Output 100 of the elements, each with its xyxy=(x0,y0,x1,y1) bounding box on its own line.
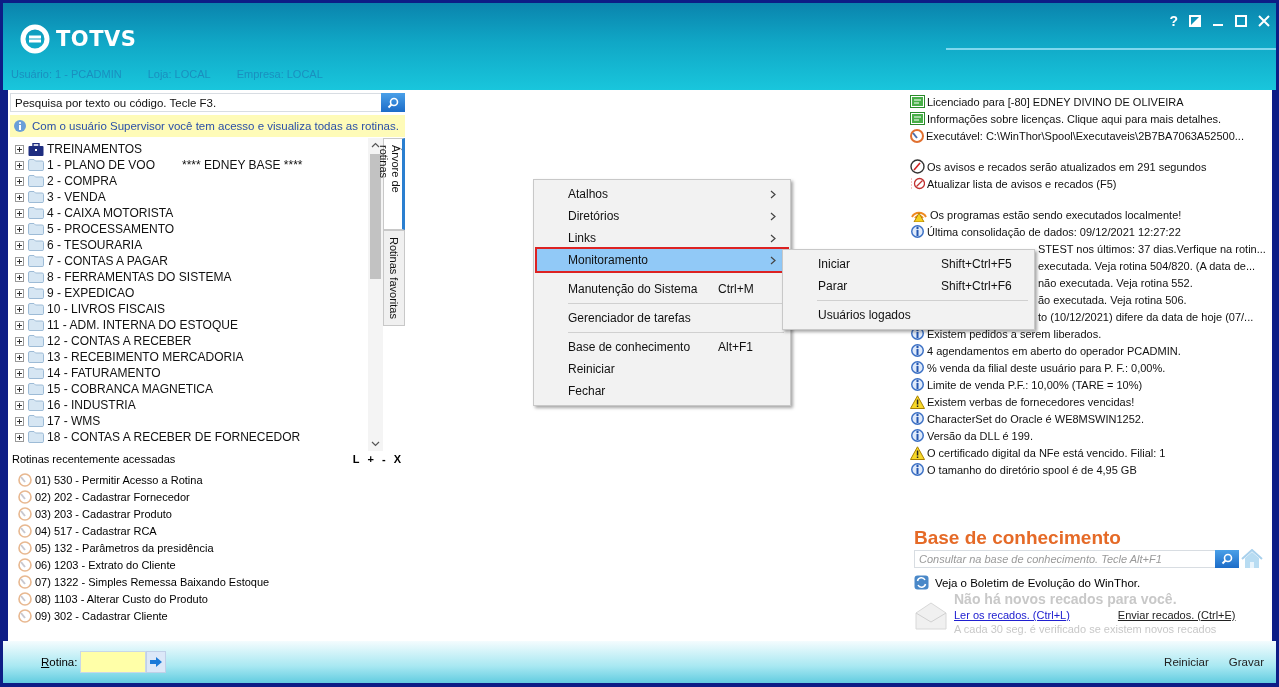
tree-item[interactable]: 18 - CONTAS A RECEBER DE FORNECEDOR xyxy=(47,430,301,444)
read-messages-link[interactable]: Ler os recados. (Ctrl+L) xyxy=(954,609,1070,621)
tree-item[interactable]: 7 - CONTAS A PAGAR xyxy=(47,254,168,268)
tree-item[interactable]: 9 - EXPEDICAO xyxy=(47,286,135,300)
tree-item[interactable]: 3 - VENDA xyxy=(47,190,106,204)
recent-action-button[interactable]: X xyxy=(393,453,401,465)
tree-item[interactable]: 17 - WMS xyxy=(47,414,101,428)
status-message: Última consolidação de dados: 09/12/2021 12:27:22 xyxy=(927,225,1181,238)
recent-routine[interactable]: 01) 530 - Permitir Acesso a Rotina xyxy=(35,473,203,486)
scroll-down-icon[interactable] xyxy=(371,441,380,447)
status-message[interactable]: Atualizar lista de avisos e recados (F5) xyxy=(927,177,1117,190)
routine-icon xyxy=(18,574,32,589)
expand-icon[interactable] xyxy=(15,384,24,394)
expand-icon[interactable] xyxy=(15,400,24,410)
search-button[interactable] xyxy=(1215,550,1239,568)
expand-icon[interactable] xyxy=(15,144,24,154)
bulletin-link[interactable]: Veja o Boletim de Evolução do WinThor. xyxy=(935,576,1141,589)
knowledge-base-title: Base de conhecimento xyxy=(914,527,1122,549)
recent-action-button[interactable]: + xyxy=(367,453,374,465)
recent-routine[interactable]: 07) 1322 - Simples Remessa Baixando Estoque xyxy=(35,575,270,588)
menu-item[interactable]: Links xyxy=(537,227,787,249)
restore-icon[interactable] xyxy=(1189,15,1201,27)
tree-item[interactable]: 10 - LIVROS FISCAIS xyxy=(47,302,166,316)
status-message: Existem verbas de fornecedores vencidas! xyxy=(927,395,1135,408)
expand-icon[interactable] xyxy=(15,256,24,266)
tree-item[interactable]: 14 - FATURAMENTO xyxy=(47,366,161,380)
recent-routine[interactable]: 05) 132 - Parâmetros da presidência xyxy=(35,541,214,554)
send-messages-link[interactable]: Enviar recados. (Ctrl+E) xyxy=(1117,609,1236,621)
expand-icon[interactable] xyxy=(15,368,24,378)
expand-icon[interactable] xyxy=(15,192,24,202)
menu-item[interactable]: Usuários logados xyxy=(786,304,1031,326)
recent-routine[interactable]: 09) 302 - Cadastrar Cliente xyxy=(35,609,168,622)
tree-item[interactable]: 16 - INDUSTRIA xyxy=(47,398,136,412)
info-icon xyxy=(910,411,925,426)
expand-icon[interactable] xyxy=(15,336,24,346)
scroll-up-icon[interactable] xyxy=(371,142,380,148)
status-message: Limite de venda P.F.: 10,00% (TARE = 10%) xyxy=(927,378,1143,391)
expand-icon[interactable] xyxy=(15,352,24,362)
folder-icon xyxy=(28,415,44,427)
expand-icon[interactable] xyxy=(15,320,24,330)
go-button[interactable] xyxy=(146,651,167,673)
recent-routine[interactable]: 04) 517 - Cadastrar RCA xyxy=(35,524,157,537)
expand-icon[interactable] xyxy=(15,160,24,170)
expand-icon[interactable] xyxy=(15,224,24,234)
expand-icon[interactable] xyxy=(15,208,24,218)
expand-icon[interactable] xyxy=(15,240,24,250)
recent-routine[interactable]: 03) 203 - Cadastrar Produto xyxy=(35,507,172,520)
tree-item[interactable]: 6 - TESOURARIA xyxy=(47,238,143,252)
search-button[interactable] xyxy=(381,93,405,112)
menu-item[interactable]: Diretórios xyxy=(537,205,787,227)
menu-item[interactable]: Atalhos xyxy=(537,183,787,205)
status-message: Os avisos e recados serão atualizados em 291 segundos xyxy=(927,160,1207,173)
recent-routine[interactable]: 08) 1103 - Alterar Custo do Produto xyxy=(35,592,208,605)
refresh-icon[interactable] xyxy=(910,177,925,190)
recent-routine[interactable]: 02) 202 - Cadastrar Fornecedor xyxy=(35,490,190,503)
menu-item[interactable]: Monitoramento xyxy=(537,249,787,271)
menu-item[interactable]: Fechar xyxy=(537,380,787,402)
gauge-icon xyxy=(910,159,925,174)
recent-action-button[interactable]: - xyxy=(382,453,386,465)
close-icon[interactable] xyxy=(1258,15,1270,27)
folder-icon xyxy=(28,271,44,283)
menu-item[interactable]: Iniciar Shift+Ctrl+F5 xyxy=(786,253,1031,275)
recent-routine[interactable]: 06) 1203 - Extrato do Cliente xyxy=(35,558,176,571)
folder-icon xyxy=(28,287,44,299)
menu-item[interactable]: Reiniciar xyxy=(537,358,787,380)
tree-item[interactable]: 8 - FERRAMENTAS DO SISTEMA xyxy=(47,270,232,284)
status-message: % venda da filial deste usuário para P. F.: 0,00%. xyxy=(927,361,1166,374)
expand-icon[interactable] xyxy=(15,416,24,426)
knowledge-search-field[interactable]: Consultar na base de conhecimento. Tecle Alt+F1 xyxy=(914,550,1215,568)
expand-icon[interactable] xyxy=(15,304,24,314)
expand-icon[interactable] xyxy=(15,176,24,186)
expand-icon[interactable] xyxy=(15,272,24,282)
side-tab[interactable]: Rotinas favoritas xyxy=(383,230,405,326)
tree-item[interactable]: 5 - PROCESSAMENTO xyxy=(47,222,175,236)
footer-button[interactable]: Gravar xyxy=(1228,656,1264,668)
folder-icon xyxy=(28,255,44,267)
folder-icon xyxy=(28,191,44,203)
tree-item[interactable]: 1 - PLANO DE VOO xyxy=(47,158,156,172)
tree-item[interactable]: TREINAMENTOS xyxy=(47,142,143,156)
expand-icon[interactable] xyxy=(15,288,24,298)
status-message[interactable]: Informações sobre licenças. Clique aqui para mais detalhes. xyxy=(927,112,1222,125)
status-message: STEST nos últimos: 37 dias.Verfique na rotin... xyxy=(1038,242,1266,255)
recent-action-button[interactable]: L xyxy=(352,453,360,465)
expand-icon[interactable] xyxy=(15,432,24,442)
tree-item[interactable]: 13 - RECEBIMENTO MERCADORIA xyxy=(47,350,244,364)
tree-item[interactable]: 11 - ADM. INTERNA DO ESTOQUE xyxy=(47,318,238,332)
status-message: Versão da DLL é 199. xyxy=(927,429,1033,442)
tree-item[interactable]: 4 - CAIXA MOTORISTA xyxy=(47,206,174,220)
help-button[interactable]: ? xyxy=(1169,13,1178,29)
footer-button[interactable]: Reiniciar xyxy=(1164,656,1209,668)
maximize-icon[interactable] xyxy=(1235,15,1247,27)
rotina-label: Rotina: xyxy=(41,656,78,668)
tree-item[interactable]: 2 - COMPRA xyxy=(47,174,117,188)
menu-item[interactable]: Base de conhecimento Alt+F1 xyxy=(537,336,787,358)
search-field[interactable]: Pesquisa por texto ou código. Tecle F3. xyxy=(10,93,381,112)
status-message: executada. Veja rotina 504/820. (A data de... xyxy=(1038,259,1256,272)
tree-item[interactable]: 12 - CONTAS A RECEBER xyxy=(47,334,192,348)
status-message[interactable]: Licenciado para [-80] EDNEY DIVINO DE OLIVEIRA xyxy=(927,95,1184,108)
tree-item[interactable]: 15 - COBRANCA MAGNETICA xyxy=(47,382,214,396)
folder-icon xyxy=(28,207,44,219)
